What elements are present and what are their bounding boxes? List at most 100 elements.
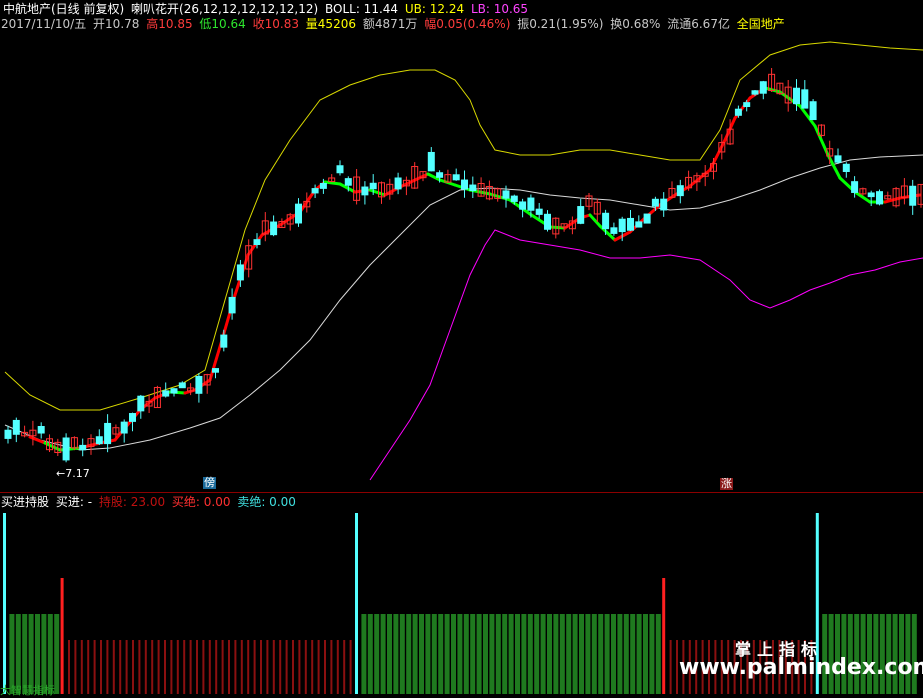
candle-body [909,185,917,206]
wait-bar [87,640,90,694]
hold-bar [502,614,508,694]
wait-bar [183,640,186,694]
wait-bar [311,640,314,694]
candle-body [461,179,468,190]
indicator-panel-header: 买进持股 买进: - 持股: 23.00 买绝: 0.00 卖绝: 0.00 [1,495,299,509]
wait-bar [106,640,109,694]
wait-bar [138,640,141,694]
hold-bar [598,614,604,694]
buy-signal-bar [355,513,358,694]
candle-body [137,395,145,412]
panel-title[interactable]: 买进持股 [1,495,49,509]
candle-body [253,239,261,246]
candle-body [295,203,302,224]
hold-bar [873,614,879,694]
candle-body [236,264,244,281]
hold-bar [611,614,616,694]
wait-bar [247,640,250,694]
hold-bar [444,614,450,694]
wait-bar [196,640,198,694]
indicator-name[interactable]: 喇叭花开(26,12,12,12,12,12,12) [131,2,318,16]
lb-line [369,229,923,481]
ub-value: UB: 12.24 [404,2,465,16]
hold-bar [566,614,572,694]
hold-bar [412,614,418,694]
candle-body [610,227,618,234]
hold-bar [534,614,540,694]
candle-body [129,413,136,422]
candle-body [876,191,883,205]
candle-body [170,388,178,394]
open-label: 开10.78 [93,17,140,31]
hold-bar [636,614,642,694]
candle-body [660,198,668,211]
hold-bar [655,614,661,694]
date-label: 2017/11/10/五 [1,17,87,31]
candle-body [527,197,535,211]
close-label: 收10.83 [252,17,299,31]
hold-bar [835,614,840,694]
buy-cut-label: 买绝: 0.00 [171,495,231,509]
wait-bar [240,640,243,694]
sector-label[interactable]: 全国地产 [737,17,785,31]
hold-bar [879,614,885,694]
hold-bar [617,614,623,694]
candle-body [851,181,859,193]
hold-bar [438,614,444,694]
hold-label: 持股: 23.00 [98,495,166,509]
low-price-annotation: ←7.17 [56,467,90,480]
wait-bar [669,640,672,694]
turnover-label: 换0.68% [610,17,661,31]
hold-bar [623,614,629,694]
wait-bar [279,640,282,694]
candle-body [120,421,128,434]
candle-body [751,90,759,95]
candle-body [469,184,477,191]
candle-body [270,221,278,236]
hold-bar [841,614,847,694]
candle-body [319,182,327,189]
wait-bar [676,640,678,694]
signal-marker-left[interactable]: 傍 [203,477,216,489]
hold-bar [463,614,469,694]
hold-bar [854,614,860,694]
hold-bar [521,614,527,694]
hold-bar [649,614,655,694]
candle-body [427,151,435,172]
wait-bar [253,640,256,694]
hold-bar [585,614,591,694]
hold-bar [847,614,853,694]
amount-label: 额4871万 [362,17,418,31]
wait-bar [228,640,230,694]
candle-body [635,221,643,228]
hold-bar [559,614,565,694]
hold-bar [483,614,488,694]
wait-bar [215,640,218,694]
wait-bar [80,640,83,694]
buy-signal-bar [3,513,6,694]
hold-bar [495,614,501,694]
wait-bar [93,640,96,694]
wait-bar [119,640,122,694]
candle-body [79,444,87,451]
candle-body [344,178,352,186]
hold-bar [630,614,636,694]
panel-divider [0,492,923,493]
hold-bar [899,614,904,694]
candle-body [793,87,800,105]
candle-body [12,419,20,435]
candle-body [394,177,402,190]
wait-bar [317,640,320,694]
candle-body [643,213,651,224]
candle-body [734,108,742,116]
stock-title[interactable]: 中航地产(日线 前复权) [3,2,124,16]
trend-line-segment [323,180,342,186]
wait-bar [208,640,211,694]
wait-bar [260,640,262,694]
signal-marker-right[interactable]: 涨 [720,478,733,490]
hold-bar [540,614,546,694]
hold-bar [380,614,386,694]
candle-body [361,186,369,196]
trend-line-segment [588,213,602,228]
hold-bar [604,614,610,694]
